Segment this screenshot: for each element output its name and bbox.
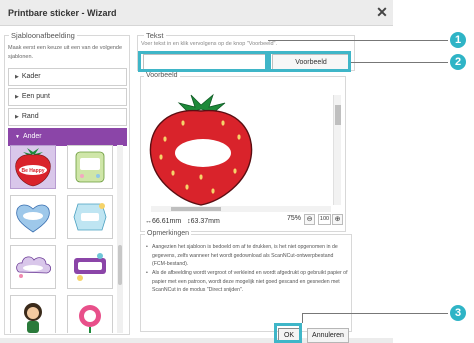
- template-thumbnail-strawberry[interactable]: Be Happy: [10, 145, 56, 189]
- category-label: Kader: [21, 73, 41, 80]
- thumbnail-scrollbar[interactable]: [117, 145, 123, 333]
- template-thumbnail-tag[interactable]: [67, 195, 113, 239]
- text-hint: Voer tekst in en klik vervolgens op de k…: [141, 41, 277, 47]
- flower-sticker-icon: [79, 305, 101, 333]
- size-readout: ↔66.61mm ↕63.37mm: [145, 218, 220, 225]
- remark-item: Als de afbeelding wordt vergroot of verk…: [145, 269, 349, 295]
- callout-badge-1: 1: [450, 32, 466, 48]
- width-value: 66.61mm: [152, 218, 182, 225]
- template-thumbnail-flower[interactable]: [67, 295, 113, 333]
- callout-badge-3: 3: [450, 305, 466, 321]
- template-thumbnail-banner[interactable]: [67, 245, 113, 289]
- chevron-right-icon: ▶: [15, 94, 19, 100]
- template-thumbnail-cloud[interactable]: [10, 245, 56, 289]
- height-value: 63.37mm: [190, 218, 220, 225]
- category-label: Ander: [22, 133, 42, 140]
- category-label: Rand: [21, 113, 39, 120]
- category-rand[interactable]: ▶ Rand: [8, 108, 127, 126]
- remark-item: Aangezien het sjabloon is bedoeld om af …: [145, 243, 349, 269]
- text-panel-legend: Tekst: [144, 31, 166, 40]
- template-thumbnail-figure[interactable]: [10, 295, 56, 333]
- template-thumbnail-grid: Be Happy: [10, 145, 120, 333]
- thumbnail-scrollbar-thumb[interactable]: [118, 245, 122, 285]
- banner-sticker-icon: [74, 253, 106, 281]
- category-kader[interactable]: ▶ Kader: [8, 68, 127, 86]
- remarks-panel: Opmerkingen Aangezien het sjabloon is be…: [140, 230, 352, 332]
- template-panel-legend: Sjabloonafbeelding: [9, 31, 77, 40]
- remarks-panel-legend: Opmerkingen: [145, 230, 192, 237]
- preview-canvas[interactable]: [143, 87, 343, 212]
- strawberry-sticker-icon: Be Happy: [15, 148, 51, 187]
- callout-highlight-preview-button: [268, 51, 351, 72]
- width-arrow-icon: ↔: [145, 218, 152, 225]
- zoom-level: 75%: [287, 215, 302, 222]
- callout-leader-line-3-drop: [302, 313, 303, 323]
- template-thumbnail-heart[interactable]: [10, 195, 56, 239]
- category-een-punt[interactable]: ▶ Een punt: [8, 88, 127, 106]
- close-icon[interactable]: ✕: [375, 4, 389, 20]
- title-bar: Printbare sticker - Wizard ✕: [0, 0, 393, 26]
- zoom-value-field[interactable]: 100: [318, 214, 331, 225]
- callout-leader-line-1: [268, 40, 448, 41]
- dialog-title: Printbare sticker - Wizard: [8, 8, 117, 18]
- chevron-right-icon: ▶: [15, 114, 19, 120]
- preview-horizontal-scrollbar[interactable]: [151, 206, 331, 212]
- cloud-sticker-icon: [16, 256, 52, 278]
- zoom-out-icon: ⊖: [306, 216, 313, 223]
- strawberry-preview-image: [149, 93, 253, 206]
- zoom-out-button[interactable]: ⊖: [304, 214, 315, 225]
- callout-leader-line-3: [302, 313, 448, 314]
- zoom-in-button[interactable]: ⊕: [332, 214, 343, 225]
- callout-highlight-text-input: [138, 51, 268, 72]
- remarks-list: Aangezien het sjabloon is bedoeld om af …: [145, 243, 349, 296]
- preview-panel: Voorbeeld ↔66.61mm ↕63.37mm 75% ⊖ 100 ⊕: [140, 72, 346, 232]
- preview-vertical-scrollbar[interactable]: [333, 95, 341, 205]
- callout-badge-2: 2: [450, 54, 466, 70]
- callout-leader-line-2: [351, 62, 448, 63]
- tag-sticker-icon: [73, 203, 107, 231]
- thumbnail-caption: Be Happy: [21, 168, 44, 174]
- category-ander[interactable]: ▼ Ander: [8, 128, 127, 146]
- ticket-sticker-icon: [75, 151, 105, 183]
- zoom-in-icon: ⊕: [334, 216, 341, 223]
- template-intro-text: Maak eerst een keuze uit een van de volg…: [8, 45, 123, 60]
- chevron-down-icon: ▼: [15, 134, 20, 140]
- preview-vertical-scroll-thumb[interactable]: [335, 105, 341, 125]
- heart-sticker-icon: [16, 204, 50, 233]
- preview-horizontal-scroll-thumb[interactable]: [171, 207, 221, 211]
- figure-sticker-icon: [24, 303, 42, 333]
- chevron-right-icon: ▶: [15, 74, 19, 80]
- template-thumbnail-ticket[interactable]: [67, 145, 113, 189]
- cancel-button[interactable]: Annuleren: [307, 328, 349, 343]
- preview-panel-legend: Voorbeeld: [144, 72, 180, 79]
- category-label: Een punt: [21, 93, 50, 100]
- callout-highlight-ok-button: [274, 323, 302, 343]
